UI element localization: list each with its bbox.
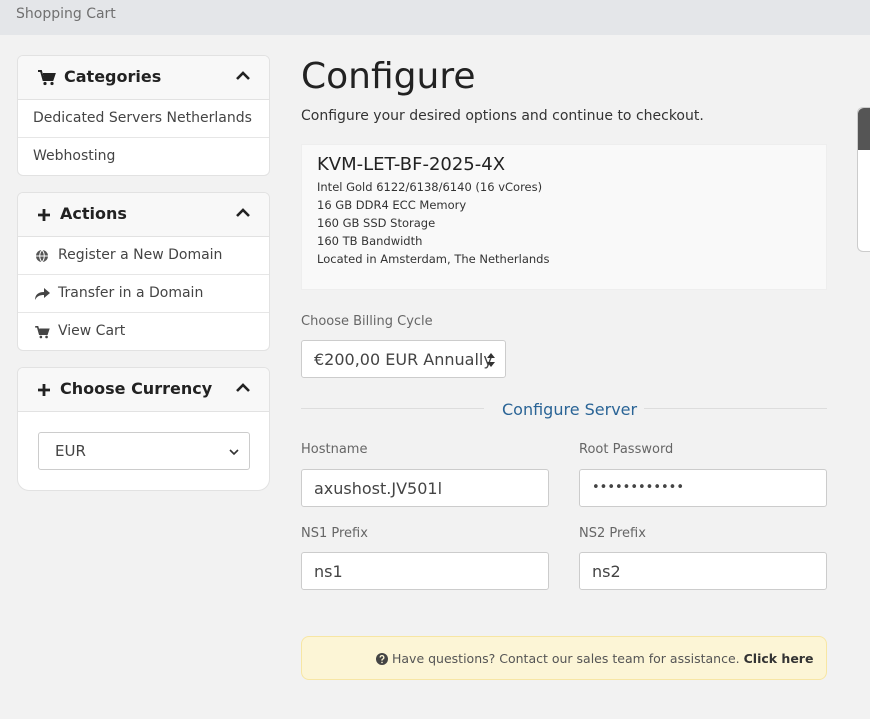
cart-icon (37, 68, 57, 88)
view-cart-label: View Cart (58, 323, 126, 339)
hostname-label: Hostname (301, 442, 368, 457)
select-arrows-icon (487, 353, 495, 367)
product-spec: 160 GB SSD Storage (317, 216, 436, 230)
currency-select[interactable]: EUR (38, 432, 250, 470)
categories-header[interactable]: Categories (18, 56, 269, 100)
question-circle-icon (376, 652, 388, 665)
page-title: Configure (301, 56, 476, 97)
category-item-label: Dedicated Servers Netherlands (33, 110, 252, 126)
order-summary-edge-header (858, 108, 870, 150)
root-password-value: •••••••••••• (592, 480, 685, 495)
actions-title: Actions (60, 204, 127, 223)
actions-header[interactable]: Actions (18, 193, 269, 237)
cart-icon (34, 324, 50, 340)
globe-icon (34, 248, 50, 264)
ns1-prefix-label: NS1 Prefix (301, 526, 368, 541)
register-domain-label: Register a New Domain (58, 247, 223, 263)
product-spec: Intel Gold 6122/6138/6140 (16 vCores) (317, 180, 543, 194)
plus-icon (34, 205, 54, 225)
configure-server-title: Configure Server (502, 400, 638, 419)
product-info-box: KVM-LET-BF-2025-4X Intel Gold 6122/6138/… (301, 144, 827, 290)
transfer-domain-link[interactable]: Transfer in a Domain (18, 275, 269, 313)
currency-header[interactable]: Choose Currency (18, 368, 269, 412)
billing-cycle-value: €200,00 EUR Annually (314, 350, 493, 369)
billing-cycle-select[interactable]: €200,00 EUR Annually (301, 340, 506, 378)
category-item-label: Webhosting (33, 148, 116, 164)
help-link[interactable]: Click here (744, 651, 814, 666)
section-divider-left (301, 408, 484, 409)
chevron-up-icon[interactable] (235, 68, 251, 84)
ns2-prefix-input[interactable]: ns2 (579, 552, 827, 590)
chevron-down-icon (229, 449, 239, 456)
categories-panel: Categories Dedicated Servers Netherlands… (17, 55, 270, 176)
root-password-label: Root Password (579, 442, 674, 457)
view-cart-link[interactable]: View Cart (18, 313, 269, 350)
ns2-prefix-value: ns2 (592, 562, 621, 581)
billing-cycle-label: Choose Billing Cycle (301, 314, 433, 329)
chevron-up-icon[interactable] (235, 205, 251, 221)
product-spec: Located in Amsterdam, The Netherlands (317, 252, 550, 266)
plus-icon (34, 380, 54, 400)
product-spec: 16 GB DDR4 ECC Memory (317, 198, 467, 212)
help-text: Have questions? Contact our sales team f… (392, 651, 740, 666)
ns1-prefix-value: ns1 (314, 562, 343, 581)
category-item[interactable]: Dedicated Servers Netherlands (18, 100, 269, 138)
page-subtitle: Configure your desired options and conti… (301, 108, 704, 124)
currency-panel: Choose Currency EUR (17, 367, 270, 491)
help-alert: Have questions? Contact our sales team f… (301, 636, 827, 680)
product-spec: 160 TB Bandwidth (317, 234, 423, 248)
hostname-value: axushost.JV501l (314, 479, 443, 498)
breadcrumb: Shopping Cart (16, 6, 116, 22)
currency-select-value: EUR (55, 442, 86, 460)
order-summary-edge-panel (857, 107, 870, 252)
share-arrow-icon (34, 286, 50, 302)
ns1-prefix-input[interactable]: ns1 (301, 552, 549, 590)
chevron-up-icon[interactable] (235, 380, 251, 396)
currency-body: EUR (18, 412, 269, 490)
register-domain-link[interactable]: Register a New Domain (18, 237, 269, 275)
categories-title: Categories (64, 67, 162, 86)
category-item[interactable]: Webhosting (18, 138, 269, 175)
actions-panel: Actions Register a New Domain Transfer i… (17, 192, 270, 351)
top-bar: Shopping Cart (0, 0, 870, 35)
section-divider-right (644, 408, 827, 409)
product-name: KVM-LET-BF-2025-4X (317, 154, 506, 175)
transfer-domain-label: Transfer in a Domain (58, 285, 204, 301)
root-password-input[interactable]: •••••••••••• (579, 469, 827, 507)
currency-title: Choose Currency (60, 379, 213, 398)
hostname-input[interactable]: axushost.JV501l (301, 469, 549, 507)
ns2-prefix-label: NS2 Prefix (579, 526, 646, 541)
